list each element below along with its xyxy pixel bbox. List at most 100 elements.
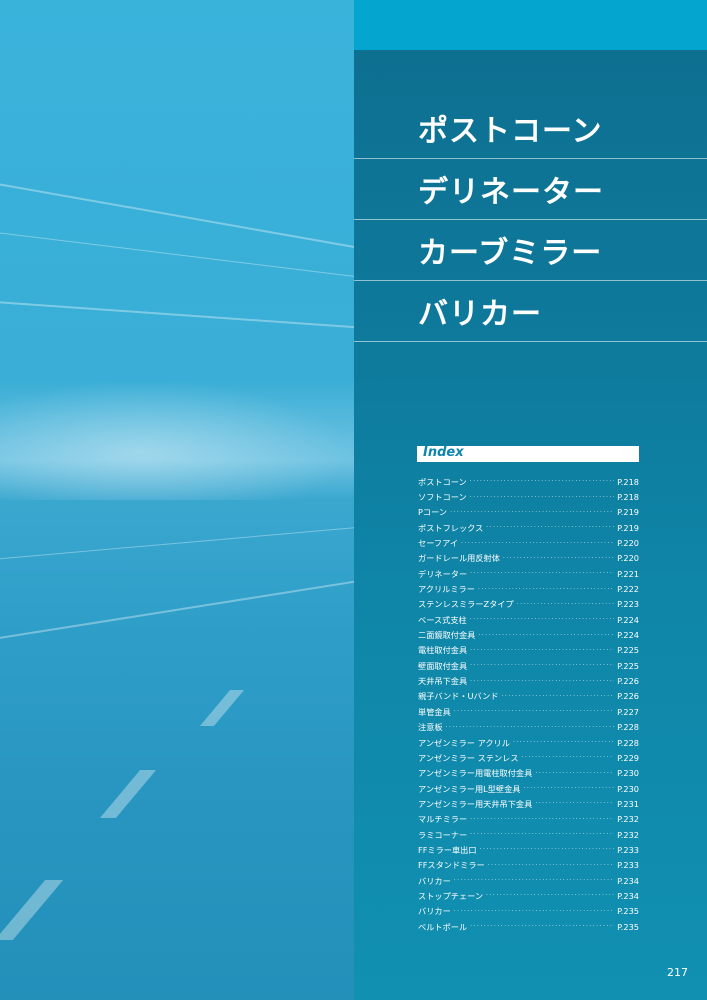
index-heading-bar: Index <box>417 445 639 462</box>
index-entry-page: P.226 <box>617 691 639 702</box>
index-entry-page: P.220 <box>617 538 639 549</box>
index-entry[interactable]: ラミコーナー ··································… <box>418 827 639 842</box>
page-number: 217 <box>667 966 688 979</box>
index-entry-page: P.233 <box>617 860 639 871</box>
dot-leader: ········································… <box>535 800 614 808</box>
index-entry-label: ポストフレックス <box>418 522 484 533</box>
dot-leader: ········································… <box>535 769 614 777</box>
index-entry[interactable]: アンゼンミラー ステンレス ···························… <box>418 750 639 765</box>
index-entry-label: 二面鏡取付金具 <box>418 630 476 641</box>
index-entry-label: 天井吊下金具 <box>418 676 468 687</box>
index-entry-page: P.221 <box>617 568 639 579</box>
index-entry[interactable]: マルチミラー ··································… <box>418 812 639 827</box>
horizon-haze <box>0 380 354 500</box>
index-entry-label: FFミラー車出口 <box>418 844 477 855</box>
section-title: カーブミラー <box>418 236 603 271</box>
index-entry[interactable]: アンゼンミラー アクリル ····························… <box>418 735 639 750</box>
dot-leader: ········································… <box>477 585 615 593</box>
index-entry[interactable]: ベルトポール ··································… <box>418 919 639 934</box>
index-entry-page: P.235 <box>617 921 639 932</box>
index-entry[interactable]: 壁面取付金具 ··································… <box>418 658 639 673</box>
index-entry-page: P.233 <box>617 844 639 855</box>
index-entry[interactable]: ベース式支柱 ··································… <box>418 612 639 627</box>
index-entry[interactable]: 天井吊下金具 ··································… <box>418 673 639 688</box>
index-entry[interactable]: ポストコーン ··································… <box>418 474 639 489</box>
index-entry-label: バリカー <box>418 875 451 886</box>
index-entry[interactable]: ガードレール用反射体 ······························… <box>418 551 639 566</box>
index-entry-page: P.227 <box>617 706 639 717</box>
index-entry-page: P.234 <box>617 875 639 886</box>
index-entry[interactable]: アクリルミラー ·································… <box>418 581 639 596</box>
top-band <box>354 0 707 50</box>
dot-leader: ········································… <box>516 600 614 608</box>
section-title: バリカー <box>418 297 542 332</box>
index-entry[interactable]: バリカー ····································… <box>418 873 639 888</box>
index-entry-label: ポストコーン <box>418 476 467 487</box>
index-entry-label: アクリルミラー <box>418 584 475 595</box>
index-entry-page: P.225 <box>617 645 639 656</box>
section-title: デリネーター <box>418 175 604 210</box>
index-entry-label: マルチミラー <box>418 814 468 825</box>
dot-leader: ········································… <box>502 554 614 562</box>
dot-leader: ········································… <box>445 723 615 731</box>
dot-leader: ········································… <box>486 892 615 900</box>
index-heading: Index <box>423 445 464 460</box>
index-entry[interactable]: セーフアイ ···································… <box>418 535 639 550</box>
title-row: デリネーター <box>354 159 707 220</box>
index-entry[interactable]: ステンレスミラーZタイプ ····························… <box>418 597 639 612</box>
index-entry[interactable]: 二面鏡取付金具 ·································… <box>418 627 639 642</box>
section-title: ポストコーン <box>418 114 603 149</box>
index-entry[interactable]: ポストフレックス ································… <box>418 520 639 535</box>
index-entry[interactable]: FFスタンドミラー ·······························… <box>418 858 639 873</box>
dot-leader: ········································… <box>450 508 614 516</box>
dot-leader: ········································… <box>470 677 614 685</box>
index-entry[interactable]: FFミラー車出口 ································… <box>418 842 639 857</box>
dot-leader: ········································… <box>486 524 615 532</box>
index-entry-page: P.229 <box>617 752 639 763</box>
light-streak <box>0 300 354 332</box>
index-entry-label: ステンレスミラーZタイプ <box>418 599 514 610</box>
index-entry-page: P.230 <box>617 783 639 794</box>
index-entry[interactable]: デリネーター ··································… <box>418 566 639 581</box>
index-entry-page: P.225 <box>617 660 639 671</box>
index-entry-page: P.230 <box>617 768 639 779</box>
index-entry-page: P.232 <box>617 814 639 825</box>
index-entry-page: P.235 <box>617 906 639 917</box>
index-entry[interactable]: Pコーン ····································… <box>418 505 639 520</box>
index-entry[interactable]: 注意板 ·····································… <box>418 720 639 735</box>
index-entry[interactable]: 電柱取付金具 ··································… <box>418 643 639 658</box>
dot-leader: ········································… <box>470 570 614 578</box>
index-entry-label: アンゼンミラー ステンレス <box>418 752 519 763</box>
index-entry[interactable]: バリカー ····································… <box>418 904 639 919</box>
dot-leader: ········································… <box>453 708 614 716</box>
index-entry[interactable]: ソフトコーン ··································… <box>418 489 639 504</box>
index-entry[interactable]: アンゼンミラー用天井吊下金具··························… <box>418 796 639 811</box>
index-entry-label: アンゼンミラー アクリル <box>418 737 510 748</box>
dot-leader: ········································… <box>479 846 615 854</box>
index-entry-label: ガードレール用反射体 <box>418 553 500 564</box>
dot-leader: ········································… <box>469 478 614 486</box>
dot-leader: ········································… <box>512 739 615 747</box>
lane-marking <box>0 880 64 940</box>
index-entry-page: P.234 <box>617 890 639 901</box>
index-entry-page: P.224 <box>617 614 639 625</box>
index-entry-label: FFスタンドミラー <box>418 860 485 871</box>
index-entry-label: ソフトコーン <box>418 492 467 503</box>
dot-leader: ········································… <box>487 861 615 869</box>
index-entry[interactable]: ストップチェーン ································… <box>418 888 639 903</box>
index-entry-label: 電柱取付金具 <box>418 645 468 656</box>
index-entry[interactable]: アンゼンミラー用L型壁金具···························… <box>418 781 639 796</box>
index-entry-page: P.218 <box>617 476 639 487</box>
light-streak <box>0 180 354 255</box>
index-entry-page: P.220 <box>617 553 639 564</box>
dot-leader: ········································… <box>470 815 614 823</box>
index-entry[interactable]: アンゼンミラー用電柱取付金具··························… <box>418 766 639 781</box>
index-entry-label: ベルトポール <box>418 921 468 932</box>
index-entry-label: 親子バンド・Uバンド <box>418 691 499 702</box>
index-entry[interactable]: 単管金具 ····································… <box>418 704 639 719</box>
index-entry-label: 単管金具 <box>418 706 451 717</box>
index-entry-page: P.226 <box>617 676 639 687</box>
index-entry[interactable]: 親子バンド・Uバンド ······························… <box>418 689 639 704</box>
index-entry-label: アンゼンミラー用電柱取付金具 <box>418 768 533 779</box>
title-row: ポストコーン <box>354 98 707 159</box>
